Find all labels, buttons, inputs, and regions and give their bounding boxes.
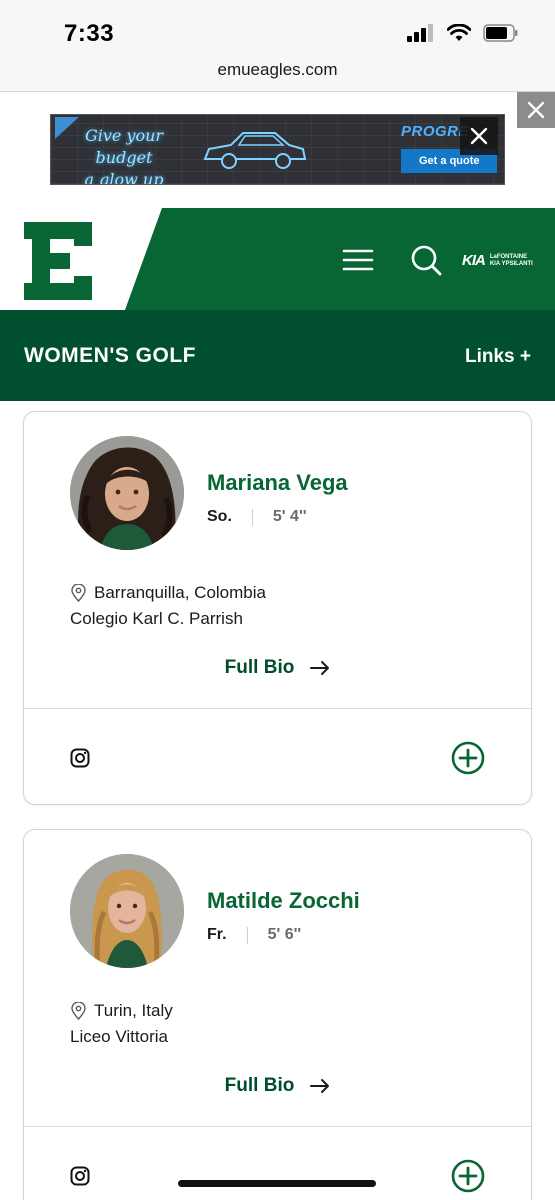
- player-school: Liceo Vittoria: [70, 1027, 168, 1046]
- player-hometown: Barranquilla, Colombia: [70, 583, 266, 603]
- player-height: 5' 6'': [267, 926, 302, 943]
- page-title: WOMEN'S GOLF: [24, 344, 196, 367]
- arrow-right-icon: [310, 661, 330, 675]
- player-meta: So. 5' 4'': [207, 508, 307, 526]
- hometown-text: Barranquilla, Colombia: [94, 583, 266, 602]
- full-bio-link[interactable]: Full Bio: [24, 1075, 531, 1097]
- meta-separator: [251, 508, 253, 526]
- cellular-signal-icon: [407, 24, 433, 42]
- player-class: Fr.: [207, 926, 227, 943]
- player-card: Mariana Vega So. 5' 4'' Barranquilla, Co…: [23, 411, 532, 805]
- ad-headline: Give your budget a glow up: [59, 125, 189, 185]
- plus-circle-icon[interactable]: [451, 741, 485, 775]
- player-meta: Fr. 5' 6'': [207, 926, 301, 944]
- status-time: 7:33: [64, 20, 115, 47]
- ad-area: Give your budget a glow up PROGRE Get a …: [0, 92, 555, 208]
- player-card: Matilde Zocchi Fr. 5' 6'' Turin, Italy L…: [23, 829, 532, 1200]
- ad-banner[interactable]: Give your budget a glow up PROGRE Get a …: [50, 114, 505, 185]
- status-bar: 7:33: [0, 0, 555, 56]
- sponsor-name-line2: KIA YPSILANTI: [489, 260, 533, 267]
- player-class: So.: [207, 508, 232, 525]
- card-divider: [24, 1126, 531, 1127]
- player-photo[interactable]: [70, 854, 184, 968]
- sponsor-mark: KIA: [462, 252, 486, 269]
- hamburger-menu-icon[interactable]: [342, 248, 374, 272]
- roster-list: Mariana Vega So. 5' 4'' Barranquilla, Co…: [0, 401, 555, 1200]
- sponsor-name: LaFONTAINE KIA YPSILANTI: [490, 254, 533, 268]
- site-header: E KIA LaFONTAINE KIA YPSILANTI: [0, 208, 555, 310]
- card-divider: [24, 708, 531, 709]
- close-icon: [527, 101, 545, 119]
- ad-brand: PROGRE: [401, 123, 470, 140]
- instagram-icon[interactable]: [70, 1166, 90, 1186]
- close-icon: [470, 127, 488, 145]
- ad-headline-line1: Give your budget: [84, 126, 164, 167]
- battery-icon: [483, 24, 518, 42]
- instagram-icon[interactable]: [70, 748, 90, 768]
- meta-separator: [246, 926, 248, 944]
- arrow-right-icon: [310, 1079, 330, 1093]
- full-bio-label[interactable]: Full Bio: [225, 1075, 295, 1097]
- plus-circle-icon[interactable]: [451, 1159, 485, 1193]
- ad-close-button[interactable]: [460, 117, 498, 155]
- ad-headline-line2: a glow up: [84, 170, 164, 185]
- home-indicator[interactable]: [178, 1180, 376, 1187]
- player-height: 5' 4'': [272, 508, 307, 525]
- hometown-text: Turin, Italy: [94, 1001, 173, 1020]
- wifi-icon: [447, 24, 471, 41]
- sponsor-name-line1: LaFONTAINE: [489, 253, 528, 260]
- ad-area-close-button[interactable]: [517, 92, 555, 128]
- section-bar: WOMEN'S GOLF Links +: [0, 310, 555, 401]
- location-pin-icon: [71, 1002, 86, 1020]
- player-hometown: Turin, Italy: [70, 1001, 173, 1021]
- location-pin-icon: [71, 584, 86, 602]
- player-name[interactable]: Mariana Vega: [207, 470, 348, 496]
- full-bio-link[interactable]: Full Bio: [24, 657, 531, 679]
- full-bio-label[interactable]: Full Bio: [225, 657, 295, 679]
- emu-logo[interactable]: E: [24, 222, 96, 300]
- links-button[interactable]: Links +: [465, 346, 531, 368]
- car-icon: [203, 132, 307, 169]
- search-icon[interactable]: [410, 244, 442, 276]
- status-icons: [407, 24, 519, 42]
- url-text[interactable]: emueagles.com: [0, 60, 555, 80]
- player-name[interactable]: Matilde Zocchi: [207, 888, 360, 914]
- player-photo[interactable]: [70, 436, 184, 550]
- browser-address-bar[interactable]: emueagles.com: [0, 56, 555, 92]
- player-school: Colegio Karl C. Parrish: [70, 609, 243, 628]
- sponsor-logo[interactable]: KIA LaFONTAINE KIA YPSILANTI: [462, 252, 533, 269]
